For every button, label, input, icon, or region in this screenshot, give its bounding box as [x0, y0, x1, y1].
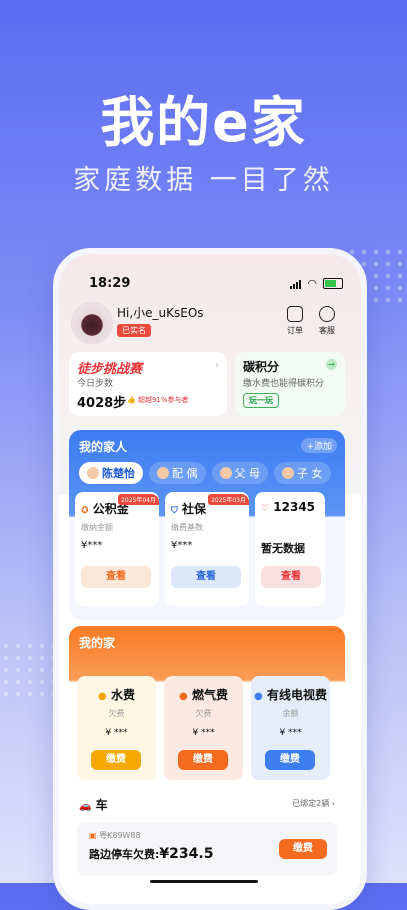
hotline-icon: ♡ [261, 504, 270, 514]
housing-fund-icon: ✪ [81, 506, 89, 516]
family-services: ✪ 公积金 2025年04月 缴纳金额 ¥*** 查看 ⛉ 社保 2025年03… [75, 492, 325, 606]
service-value: ¥*** [171, 540, 193, 551]
customer-service-label: 客服 [319, 326, 335, 335]
service-name: ♡ 12345 [261, 500, 316, 514]
bill-label: 余额 [282, 709, 299, 718]
chevron-right-icon: › [331, 799, 335, 808]
family-panel: 我的家人 +添加 陈楚怡 配 偶 父 母 子 女 ✪ 公积金 2025年04月 … [69, 430, 345, 620]
tv-icon: ● [254, 691, 263, 702]
add-family-button[interactable]: +添加 [301, 438, 337, 453]
phone-frame: 18:29 ◠ Hi,小e_uKsEOs 已实名 订单 客服 徒步挑战赛 › 今… [53, 248, 367, 910]
service-date-badge: 2025年04月 [118, 494, 159, 505]
car-section-header: 🚗 车 已绑定2辆 › [79, 796, 335, 812]
parking-card[interactable]: ▣ 粤K89W88 路边停车欠费:¥234.5 缴费 [77, 822, 337, 876]
member-tab-label: 子 女 [297, 467, 323, 480]
service-name: ⛉ 社保 [171, 502, 206, 516]
car-label: 🚗 车 [79, 798, 108, 812]
carbon-points-card[interactable]: 碳积分 → 缴水费也能得碳积分 玩一玩 [235, 352, 345, 416]
hero-title: 我的e家 [100, 91, 307, 154]
member-avatar [219, 467, 232, 479]
bill-gas[interactable]: ● 燃气费 欠费 ¥ *** 缴费 [164, 676, 243, 780]
hero-subtitle: 家庭数据 一目了然 [73, 165, 334, 196]
service-date-badge: 2025年03月 [208, 494, 249, 505]
avatar[interactable] [71, 302, 113, 344]
orders-label: 订单 [287, 326, 303, 335]
bill-name: ● 有线电视费 [254, 688, 327, 702]
carbon-title: 碳积分 [243, 360, 280, 374]
view-button[interactable]: 查看 [261, 566, 321, 588]
home-panel: 我的家 ● 水费 欠费 ¥ *** 缴费 ● 燃气费 欠费 ¥ *** 缴费 ●… [69, 626, 345, 896]
wifi-icon: ◠ [307, 276, 317, 290]
walk-subtitle: 今日步数 [77, 379, 114, 389]
member-tab-label: 父 母 [234, 467, 261, 480]
license-plate: ▣ 粤K89W88 [89, 831, 141, 840]
carbon-subtitle: 缴水费也能得碳积分 [243, 379, 325, 389]
service-label: 缴纳金额 [81, 523, 113, 532]
car-icon: 🚗 [79, 801, 92, 812]
service-social-security[interactable]: ⛉ 社保 2025年03月 缴费基数 ¥*** 查看 [165, 492, 249, 606]
pay-button[interactable]: 缴费 [91, 750, 141, 770]
walk-title: 徒步挑战赛 [77, 362, 143, 377]
home-title: 我的家 [79, 636, 116, 650]
member-avatar [157, 467, 169, 479]
walk-rank-text: 超越91%参与者 [137, 396, 189, 404]
service-hotline-12345[interactable]: ♡ 12345 暂无数据 查看 [255, 492, 325, 606]
bill-name: ● 燃气费 [179, 688, 228, 702]
view-button[interactable]: 查看 [171, 566, 241, 588]
bill-label: 欠费 [108, 709, 125, 718]
arrow-right-icon: → [326, 359, 337, 370]
member-tab-label: 配 偶 [172, 467, 198, 480]
family-title: 我的家人 [79, 440, 128, 454]
bill-value: ¥ *** [192, 728, 215, 738]
water-icon: ● [98, 691, 107, 702]
signal-icon [290, 279, 302, 289]
car-bound-link[interactable]: 已绑定2辆 › [292, 798, 335, 809]
bill-water[interactable]: ● 水费 欠费 ¥ *** 缴费 [77, 676, 156, 780]
member-tab-label: 陈楚怡 [102, 467, 135, 480]
member-tab-children[interactable]: 子 女 [274, 462, 331, 484]
bill-value: ¥ *** [279, 728, 302, 738]
pay-button[interactable]: 缴费 [265, 750, 315, 770]
bill-name: ● 水费 [98, 688, 135, 702]
member-tab-self[interactable]: 陈楚怡 [79, 462, 143, 484]
decorative-dots-left [0, 640, 60, 700]
bill-value: ¥ *** [105, 728, 128, 738]
member-tab-spouse[interactable]: 配 偶 [149, 462, 206, 484]
service-housing-fund[interactable]: ✪ 公积金 2025年04月 缴纳金额 ¥*** 查看 [75, 492, 159, 606]
social-security-icon: ⛉ [171, 506, 178, 516]
status-bar: 18:29 ◠ [89, 276, 343, 294]
walk-steps: 4028步 [77, 396, 127, 411]
user-greeting: Hi,小e_uKsEOs [117, 306, 204, 320]
thumbs-up-icon: 👍 [127, 396, 136, 404]
member-tabs: 陈楚怡 配 偶 父 母 子 女 [79, 462, 331, 484]
member-avatar [282, 467, 294, 479]
orders-button[interactable]: 订单 [281, 306, 309, 336]
parking-arrears: 路边停车欠费:¥234.5 [89, 846, 214, 862]
gas-icon: ● [179, 691, 188, 702]
service-value: ¥*** [81, 540, 103, 551]
battery-icon [323, 278, 343, 289]
bill-cable-tv[interactable]: ● 有线电视费 余额 ¥ *** 缴费 [251, 676, 330, 780]
chevron-right-icon: › [215, 360, 219, 371]
utility-bills: ● 水费 欠费 ¥ *** 缴费 ● 燃气费 欠费 ¥ *** 缴费 ● 有线电… [77, 676, 330, 780]
parking-pay-button[interactable]: 缴费 [279, 839, 327, 859]
walk-rank: 👍 超越91%参与者 [127, 395, 189, 405]
verified-badge: 已实名 [117, 324, 151, 337]
status-time: 18:29 [89, 276, 131, 291]
carbon-play-button[interactable]: 玩一玩 [243, 393, 279, 408]
member-tab-parents[interactable]: 父 母 [211, 462, 268, 484]
status-icons: ◠ [290, 278, 343, 289]
order-icon [287, 306, 303, 322]
parking-amount: ¥234.5 [159, 846, 214, 862]
customer-service-button[interactable]: 客服 [313, 306, 341, 336]
pay-button[interactable]: 缴费 [178, 750, 228, 770]
plate-icon: ▣ [89, 831, 97, 840]
support-icon [319, 306, 335, 322]
member-avatar [87, 467, 99, 479]
walking-challenge-card[interactable]: 徒步挑战赛 › 今日步数 4028步 👍 超越91%参与者 [69, 352, 227, 416]
bill-label: 欠费 [195, 709, 212, 718]
service-value: 暂无数据 [261, 542, 305, 555]
service-label: 缴费基数 [171, 523, 203, 532]
view-button[interactable]: 查看 [81, 566, 151, 588]
